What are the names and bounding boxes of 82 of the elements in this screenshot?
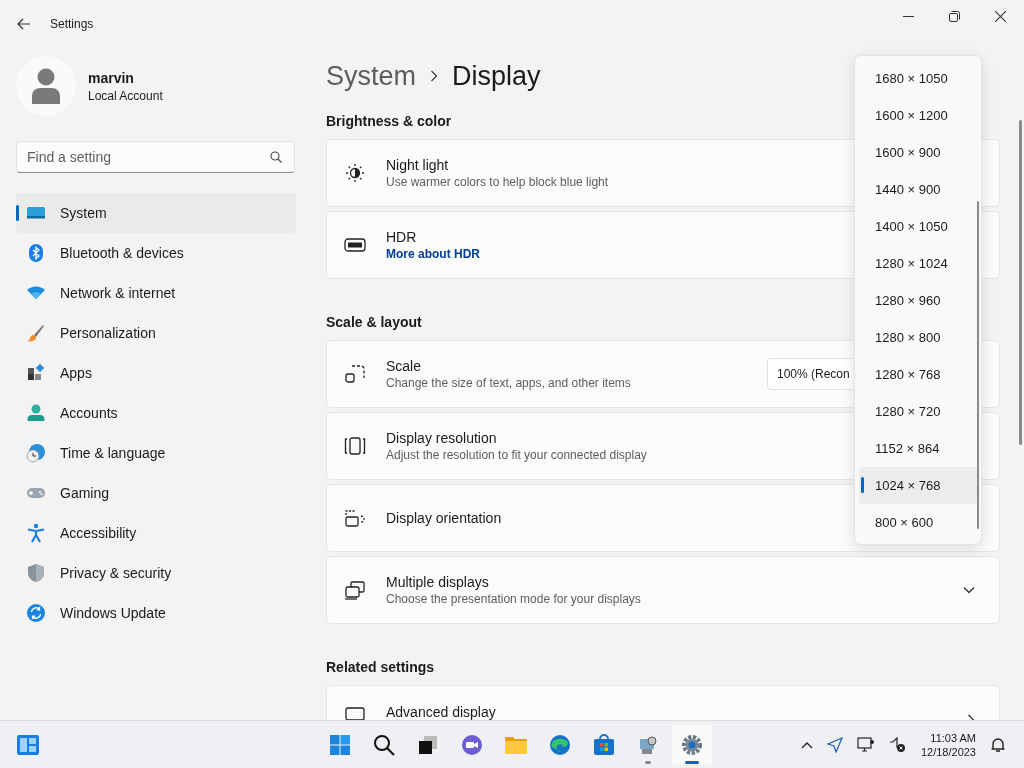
setting-card[interactable]: Multiple displays Choose the presentation mode for your displays bbox=[326, 556, 1000, 624]
chat-icon bbox=[460, 732, 484, 757]
setting-title: Night light bbox=[386, 157, 449, 173]
hdr-link[interactable]: More about HDR bbox=[386, 247, 480, 261]
resolution-option[interactable]: 1400 × 1050 bbox=[859, 208, 977, 245]
section-heading: Scale & layout bbox=[326, 313, 422, 332]
nav-item[interactable]: Network & internet bbox=[16, 273, 296, 313]
setting-title: Multiple displays bbox=[386, 574, 489, 590]
resolution-option[interactable]: 1024 × 768 bbox=[859, 467, 977, 504]
network-icon[interactable] bbox=[856, 736, 875, 753]
section-heading: Brightness & color bbox=[326, 112, 452, 131]
browser-icon bbox=[548, 732, 572, 757]
bluetooth-icon bbox=[26, 243, 46, 263]
clock-date[interactable]: 12/18/2023 bbox=[920, 745, 976, 758]
resolution-option[interactable]: 1280 × 768 bbox=[859, 356, 977, 393]
nav-item[interactable]: Windows Update bbox=[16, 593, 296, 633]
search-icon bbox=[372, 732, 396, 757]
nav-item[interactable]: Apps bbox=[16, 353, 296, 393]
setting-title: Display orientation bbox=[386, 510, 502, 526]
resolution-icon bbox=[344, 436, 366, 456]
page-title: Display bbox=[452, 60, 541, 92]
setting-title: HDR bbox=[386, 229, 417, 245]
user-name: marvin bbox=[88, 69, 135, 86]
orientation-icon bbox=[344, 508, 366, 528]
setting-description: Change the size of text, apps, and other items bbox=[386, 376, 631, 390]
setting-title: Scale bbox=[386, 358, 422, 374]
nav-item[interactable]: Bluetooth & devices bbox=[16, 233, 296, 273]
notification-icon[interactable] bbox=[990, 736, 1006, 753]
location-icon[interactable] bbox=[826, 736, 843, 753]
nav-item[interactable]: Time & language bbox=[16, 433, 296, 473]
volume-muted-icon[interactable] bbox=[888, 736, 907, 753]
search-icon bbox=[270, 151, 282, 163]
resolution-option[interactable]: 1280 × 1024 bbox=[859, 245, 977, 282]
scale-icon bbox=[344, 364, 366, 384]
nav-item[interactable]: Personalization bbox=[16, 313, 296, 353]
nav-item[interactable]: Accessibility bbox=[16, 513, 296, 553]
start-icon bbox=[328, 732, 352, 757]
search-field[interactable]: Find a setting bbox=[16, 141, 295, 173]
accounts-icon bbox=[26, 403, 46, 423]
clock-time[interactable]: 11:03 AM bbox=[930, 731, 976, 744]
breadcrumb-parent[interactable]: System bbox=[326, 60, 417, 92]
setting-description: Choose the presentation mode for your displays bbox=[386, 592, 641, 606]
section-heading: Related settings bbox=[326, 658, 435, 677]
window-title: Settings bbox=[50, 17, 94, 31]
widgets-icon[interactable] bbox=[16, 733, 40, 756]
resolution-option[interactable]: 1280 × 960 bbox=[859, 282, 977, 319]
setting-title: Display resolution bbox=[386, 430, 497, 446]
update-icon bbox=[26, 603, 46, 623]
scrollbar[interactable] bbox=[977, 201, 979, 529]
resolution-option[interactable]: 800 × 600 bbox=[859, 504, 977, 541]
nav-item[interactable]: System bbox=[16, 193, 296, 233]
resolution-option[interactable]: 1680 × 1050 bbox=[859, 60, 977, 97]
accessibility-icon bbox=[26, 523, 46, 543]
resolution-option[interactable]: 1152 × 864 bbox=[859, 430, 977, 467]
account-type: Local Account bbox=[88, 88, 163, 103]
nav-item[interactable]: Privacy & security bbox=[16, 553, 296, 593]
chevron-down-icon[interactable] bbox=[963, 586, 975, 594]
resolution-option[interactable]: 1600 × 1200 bbox=[859, 97, 977, 134]
privacy-icon bbox=[26, 563, 46, 583]
settings-icon bbox=[680, 732, 704, 757]
apps-icon bbox=[26, 363, 46, 383]
multiple-icon bbox=[344, 580, 366, 600]
setting-card[interactable]: Advanced display bbox=[326, 685, 1000, 720]
maximize-icon[interactable] bbox=[949, 10, 960, 22]
advanced-icon bbox=[344, 704, 366, 720]
back-arrow-icon[interactable] bbox=[17, 18, 31, 30]
store-icon bbox=[592, 732, 616, 757]
resolution-option[interactable]: 1440 × 900 bbox=[859, 171, 977, 208]
chevron-right-icon bbox=[430, 70, 439, 82]
setting-title: Advanced display bbox=[386, 704, 496, 720]
nav-item[interactable]: Accounts bbox=[16, 393, 296, 433]
time-icon bbox=[26, 443, 46, 463]
setting-description: Adjust the resolution to fit your connected display bbox=[386, 448, 647, 462]
scrollbar[interactable] bbox=[1019, 120, 1022, 445]
nav-item[interactable]: Gaming bbox=[16, 473, 296, 513]
setting-description: Use warmer colors to help block blue light bbox=[386, 175, 609, 189]
close-icon[interactable] bbox=[995, 10, 1006, 22]
hdr-icon bbox=[344, 235, 366, 255]
caret-up-icon[interactable] bbox=[800, 740, 813, 749]
personalization-icon bbox=[26, 323, 46, 343]
night-light-icon bbox=[344, 163, 366, 183]
scale-dropdown[interactable]: 100% (Recon bbox=[767, 358, 853, 390]
